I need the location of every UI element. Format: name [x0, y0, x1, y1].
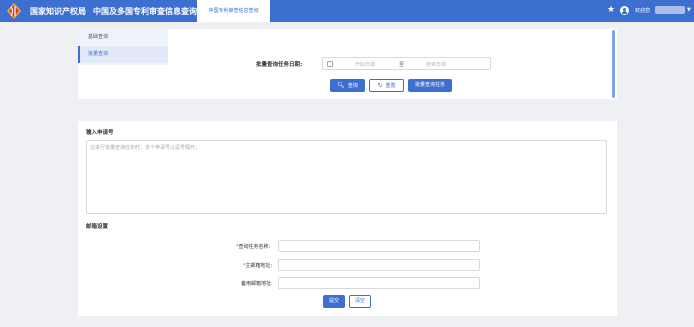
- reset-button-label: 重置: [385, 83, 396, 89]
- chevron-down-icon[interactable]: ▼: [687, 7, 691, 13]
- user-icon[interactable]: [620, 6, 629, 15]
- sidebar-item-basic-query[interactable]: 基础查询: [78, 29, 168, 46]
- calendar-icon: [327, 61, 333, 67]
- submit-button[interactable]: 提交: [323, 295, 345, 308]
- search-icon: 🔍︎: [337, 82, 345, 89]
- reset-button[interactable]: ↻ 重置: [369, 79, 404, 92]
- backup-email-label: 备用邮箱地址:: [241, 281, 273, 287]
- tab-china-patent-query[interactable]: 中国专利审查信息查询: [197, 0, 270, 22]
- application-number-textarea[interactable]: 在进行批量查询任务时，多个申请号以逗号隔开。: [86, 140, 607, 214]
- clear-button[interactable]: 清空: [349, 295, 371, 308]
- search-button[interactable]: 🔍︎ 查询: [330, 79, 365, 92]
- date-separator: 至: [399, 62, 405, 68]
- star-icon[interactable]: ★: [607, 5, 615, 16]
- sidebar-item-batch-query[interactable]: 批量查询: [78, 46, 168, 63]
- main-email-input[interactable]: [278, 259, 480, 271]
- welcome-text: 欢迎您: [635, 8, 651, 14]
- email-section-title: 邮箱设置: [86, 224, 109, 230]
- username-redacted: [655, 6, 685, 14]
- date-range-label: 批量查询任务日期:: [256, 62, 303, 68]
- input-section-title: 输入申请号: [86, 130, 114, 136]
- cnipa-logo: [7, 3, 21, 19]
- system-name: 中国及多国专利审查信息查询: [93, 7, 197, 16]
- backup-email-input[interactable]: [278, 277, 480, 289]
- org-name: 国家知识产权局: [30, 7, 86, 16]
- textarea-placeholder: 在进行批量查询任务时，多个申请号以逗号隔开。: [90, 145, 201, 151]
- refresh-icon: ↻: [377, 82, 383, 89]
- scrollbar[interactable]: [612, 30, 615, 98]
- date-start-input[interactable]: 开始日期: [355, 61, 375, 68]
- task-name-label: *查询任务名称:: [236, 244, 271, 250]
- batch-task-button[interactable]: 批量查询任务: [408, 79, 452, 92]
- date-end-input[interactable]: 结束日期: [426, 61, 446, 68]
- sidebar: 基础查询 批量查询: [78, 29, 168, 65]
- date-range-picker[interactable]: 开始日期 至 结束日期: [322, 57, 491, 70]
- task-name-input[interactable]: [278, 240, 480, 252]
- main-email-label: *主邮箱地址:: [243, 263, 273, 269]
- search-button-label: 查询: [347, 83, 358, 89]
